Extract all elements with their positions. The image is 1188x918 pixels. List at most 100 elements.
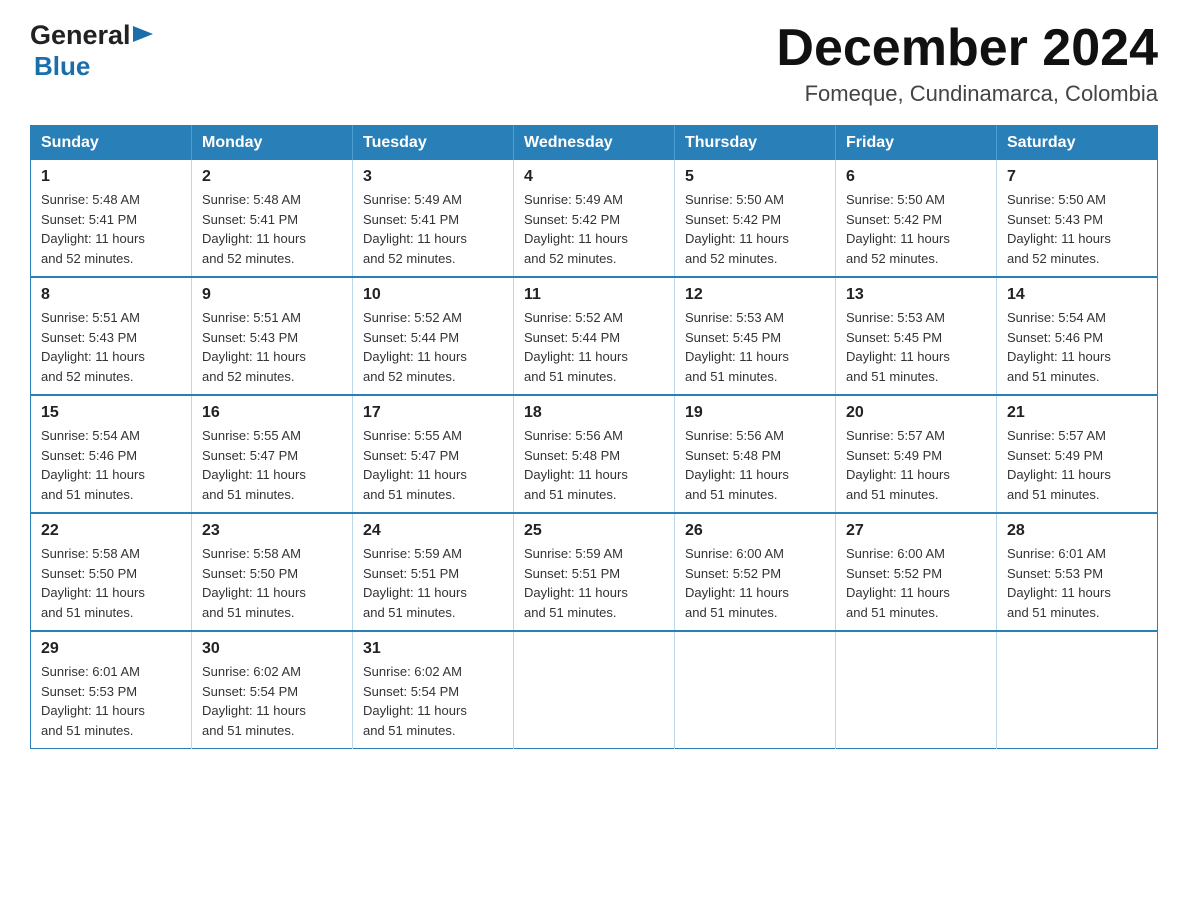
header-sunday: Sunday <box>31 126 192 161</box>
table-row: 21 Sunrise: 5:57 AMSunset: 5:49 PMDaylig… <box>997 395 1158 513</box>
logo-blue-text: Blue <box>34 51 90 81</box>
day-info: Sunrise: 5:50 AMSunset: 5:42 PMDaylight:… <box>685 192 789 266</box>
day-number: 20 <box>846 404 986 422</box>
table-row: 25 Sunrise: 5:59 AMSunset: 5:51 PMDaylig… <box>514 513 675 631</box>
logo-triangle-icon <box>133 26 155 48</box>
day-info: Sunrise: 5:57 AMSunset: 5:49 PMDaylight:… <box>846 428 950 502</box>
page-header: General Blue December 2024 Fomeque, Cund… <box>30 20 1158 107</box>
logo: General Blue <box>30 20 155 82</box>
day-number: 7 <box>1007 168 1147 186</box>
day-info: Sunrise: 6:00 AMSunset: 5:52 PMDaylight:… <box>685 546 789 620</box>
day-number: 28 <box>1007 522 1147 540</box>
table-row: 14 Sunrise: 5:54 AMSunset: 5:46 PMDaylig… <box>997 277 1158 395</box>
table-row: 12 Sunrise: 5:53 AMSunset: 5:45 PMDaylig… <box>675 277 836 395</box>
day-number: 12 <box>685 286 825 304</box>
calendar-week-row: 15 Sunrise: 5:54 AMSunset: 5:46 PMDaylig… <box>31 395 1158 513</box>
day-info: Sunrise: 5:48 AMSunset: 5:41 PMDaylight:… <box>202 192 306 266</box>
day-number: 13 <box>846 286 986 304</box>
day-info: Sunrise: 5:56 AMSunset: 5:48 PMDaylight:… <box>524 428 628 502</box>
table-row: 1 Sunrise: 5:48 AMSunset: 5:41 PMDayligh… <box>31 160 192 277</box>
table-row: 27 Sunrise: 6:00 AMSunset: 5:52 PMDaylig… <box>836 513 997 631</box>
table-row: 7 Sunrise: 5:50 AMSunset: 5:43 PMDayligh… <box>997 160 1158 277</box>
table-row: 11 Sunrise: 5:52 AMSunset: 5:44 PMDaylig… <box>514 277 675 395</box>
calendar-table: Sunday Monday Tuesday Wednesday Thursday… <box>30 125 1158 749</box>
day-info: Sunrise: 6:01 AMSunset: 5:53 PMDaylight:… <box>41 664 145 738</box>
day-info: Sunrise: 5:55 AMSunset: 5:47 PMDaylight:… <box>363 428 467 502</box>
day-number: 16 <box>202 404 342 422</box>
header-thursday: Thursday <box>675 126 836 161</box>
calendar-week-row: 1 Sunrise: 5:48 AMSunset: 5:41 PMDayligh… <box>31 160 1158 277</box>
table-row: 20 Sunrise: 5:57 AMSunset: 5:49 PMDaylig… <box>836 395 997 513</box>
table-row: 9 Sunrise: 5:51 AMSunset: 5:43 PMDayligh… <box>192 277 353 395</box>
day-info: Sunrise: 6:00 AMSunset: 5:52 PMDaylight:… <box>846 546 950 620</box>
header-saturday: Saturday <box>997 126 1158 161</box>
table-row: 23 Sunrise: 5:58 AMSunset: 5:50 PMDaylig… <box>192 513 353 631</box>
day-number: 19 <box>685 404 825 422</box>
day-number: 9 <box>202 286 342 304</box>
calendar-title: December 2024 <box>776 20 1158 77</box>
day-info: Sunrise: 5:59 AMSunset: 5:51 PMDaylight:… <box>363 546 467 620</box>
table-row: 13 Sunrise: 5:53 AMSunset: 5:45 PMDaylig… <box>836 277 997 395</box>
day-number: 18 <box>524 404 664 422</box>
calendar-week-row: 29 Sunrise: 6:01 AMSunset: 5:53 PMDaylig… <box>31 631 1158 749</box>
day-number: 14 <box>1007 286 1147 304</box>
table-row <box>675 631 836 749</box>
day-info: Sunrise: 5:54 AMSunset: 5:46 PMDaylight:… <box>41 428 145 502</box>
table-row <box>836 631 997 749</box>
day-number: 8 <box>41 286 181 304</box>
day-number: 3 <box>363 168 503 186</box>
day-info: Sunrise: 5:50 AMSunset: 5:42 PMDaylight:… <box>846 192 950 266</box>
table-row: 4 Sunrise: 5:49 AMSunset: 5:42 PMDayligh… <box>514 160 675 277</box>
day-info: Sunrise: 5:54 AMSunset: 5:46 PMDaylight:… <box>1007 310 1111 384</box>
day-number: 17 <box>363 404 503 422</box>
day-info: Sunrise: 6:02 AMSunset: 5:54 PMDaylight:… <box>363 664 467 738</box>
day-info: Sunrise: 5:56 AMSunset: 5:48 PMDaylight:… <box>685 428 789 502</box>
day-number: 5 <box>685 168 825 186</box>
table-row <box>514 631 675 749</box>
table-row: 26 Sunrise: 6:00 AMSunset: 5:52 PMDaylig… <box>675 513 836 631</box>
day-number: 31 <box>363 640 503 658</box>
table-row: 28 Sunrise: 6:01 AMSunset: 5:53 PMDaylig… <box>997 513 1158 631</box>
table-row: 16 Sunrise: 5:55 AMSunset: 5:47 PMDaylig… <box>192 395 353 513</box>
day-info: Sunrise: 5:49 AMSunset: 5:42 PMDaylight:… <box>524 192 628 266</box>
table-row: 3 Sunrise: 5:49 AMSunset: 5:41 PMDayligh… <box>353 160 514 277</box>
header-friday: Friday <box>836 126 997 161</box>
day-number: 21 <box>1007 404 1147 422</box>
table-row: 29 Sunrise: 6:01 AMSunset: 5:53 PMDaylig… <box>31 631 192 749</box>
day-info: Sunrise: 5:58 AMSunset: 5:50 PMDaylight:… <box>41 546 145 620</box>
header-monday: Monday <box>192 126 353 161</box>
table-row: 5 Sunrise: 5:50 AMSunset: 5:42 PMDayligh… <box>675 160 836 277</box>
day-info: Sunrise: 5:53 AMSunset: 5:45 PMDaylight:… <box>685 310 789 384</box>
header-tuesday: Tuesday <box>353 126 514 161</box>
day-number: 27 <box>846 522 986 540</box>
table-row: 31 Sunrise: 6:02 AMSunset: 5:54 PMDaylig… <box>353 631 514 749</box>
table-row: 2 Sunrise: 5:48 AMSunset: 5:41 PMDayligh… <box>192 160 353 277</box>
day-number: 23 <box>202 522 342 540</box>
table-row: 19 Sunrise: 5:56 AMSunset: 5:48 PMDaylig… <box>675 395 836 513</box>
day-info: Sunrise: 5:53 AMSunset: 5:45 PMDaylight:… <box>846 310 950 384</box>
title-block: December 2024 Fomeque, Cundinamarca, Col… <box>776 20 1158 107</box>
table-row: 24 Sunrise: 5:59 AMSunset: 5:51 PMDaylig… <box>353 513 514 631</box>
table-row: 15 Sunrise: 5:54 AMSunset: 5:46 PMDaylig… <box>31 395 192 513</box>
day-info: Sunrise: 5:57 AMSunset: 5:49 PMDaylight:… <box>1007 428 1111 502</box>
day-number: 1 <box>41 168 181 186</box>
day-number: 24 <box>363 522 503 540</box>
day-number: 2 <box>202 168 342 186</box>
header-wednesday: Wednesday <box>514 126 675 161</box>
day-info: Sunrise: 6:02 AMSunset: 5:54 PMDaylight:… <box>202 664 306 738</box>
day-number: 10 <box>363 286 503 304</box>
day-info: Sunrise: 5:52 AMSunset: 5:44 PMDaylight:… <box>524 310 628 384</box>
day-info: Sunrise: 5:52 AMSunset: 5:44 PMDaylight:… <box>363 310 467 384</box>
day-number: 22 <box>41 522 181 540</box>
logo-general-text: General <box>30 20 131 51</box>
calendar-week-row: 22 Sunrise: 5:58 AMSunset: 5:50 PMDaylig… <box>31 513 1158 631</box>
day-info: Sunrise: 5:58 AMSunset: 5:50 PMDaylight:… <box>202 546 306 620</box>
table-row: 10 Sunrise: 5:52 AMSunset: 5:44 PMDaylig… <box>353 277 514 395</box>
day-info: Sunrise: 5:48 AMSunset: 5:41 PMDaylight:… <box>41 192 145 266</box>
day-number: 29 <box>41 640 181 658</box>
day-number: 25 <box>524 522 664 540</box>
calendar-header-row: Sunday Monday Tuesday Wednesday Thursday… <box>31 126 1158 161</box>
day-info: Sunrise: 5:59 AMSunset: 5:51 PMDaylight:… <box>524 546 628 620</box>
calendar-week-row: 8 Sunrise: 5:51 AMSunset: 5:43 PMDayligh… <box>31 277 1158 395</box>
calendar-subtitle: Fomeque, Cundinamarca, Colombia <box>776 81 1158 107</box>
